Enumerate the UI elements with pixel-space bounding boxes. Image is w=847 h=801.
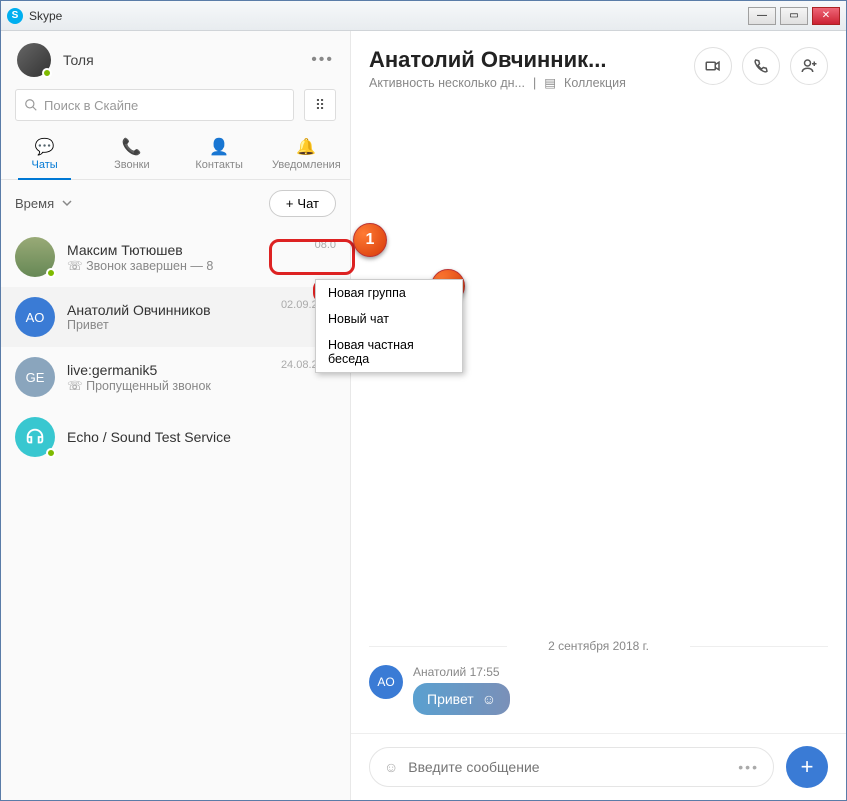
conversation-item[interactable]: Максим Тютюшев ☏ Звонок завершен — 8 08.… — [1, 227, 350, 287]
message-field[interactable] — [408, 759, 728, 775]
conversation-body: Echo / Sound Test Service — [67, 429, 336, 445]
tab-chats[interactable]: 💬Чаты — [1, 131, 88, 179]
phone-icon: 📞 — [88, 137, 175, 157]
status-online-icon — [42, 68, 52, 78]
conversation-item[interactable]: Echo / Sound Test Service — [1, 407, 350, 467]
gallery-link[interactable]: Коллекция — [564, 76, 626, 90]
conversation-body: Максим Тютюшев ☏ Звонок завершен — 8 — [67, 242, 303, 273]
chat-subtitle: Активность несколько дн... | ▤ Коллекция — [369, 75, 694, 90]
contact-name: Анатолий Овчинников — [67, 302, 269, 318]
search-placeholder: Поиск в Скайпе — [44, 98, 138, 113]
voice-call-button[interactable] — [742, 47, 780, 85]
more-menu-button[interactable]: ••• — [311, 51, 334, 69]
gallery-icon: ▤ — [544, 75, 556, 90]
emoji-button[interactable]: ☺ — [384, 759, 398, 775]
message-block: Анатолий 17:55 Привет ☺ — [413, 665, 510, 715]
emoji-reaction-icon[interactable]: ☺ — [482, 691, 496, 707]
sidebar-header: Толя ••• — [1, 31, 350, 89]
user-avatar[interactable] — [17, 43, 51, 77]
bell-icon: 🔔 — [263, 137, 350, 157]
chat-contact-name: Анатолий Овчинник... — [369, 47, 694, 73]
add-people-button[interactable] — [790, 47, 828, 85]
maximize-button[interactable]: ▭ — [780, 7, 808, 25]
headset-icon — [24, 426, 46, 448]
conversations-list: Максим Тютюшев ☏ Звонок завершен — 8 08.… — [1, 227, 350, 800]
dropdown-new-group[interactable]: Новая группа — [316, 280, 462, 306]
chat-actions — [694, 47, 828, 85]
message-text: Привет — [427, 691, 474, 707]
search-row: Поиск в Скайпе ⠿ — [1, 89, 350, 131]
person-add-icon — [800, 57, 818, 75]
user-name: Толя — [63, 52, 94, 68]
contact-avatar: AO — [15, 297, 55, 337]
new-chat-label: Чат — [297, 196, 319, 211]
search-input[interactable]: Поиск в Скайпе — [15, 89, 294, 121]
chat-icon: 💬 — [1, 137, 88, 157]
chat-header-text: Анатолий Овчинник... Активность нескольк… — [369, 47, 694, 90]
chat-header: Анатолий Овчинник... Активность нескольк… — [351, 31, 846, 100]
tab-calls[interactable]: 📞Звонки — [88, 131, 175, 179]
status-online-icon — [46, 268, 56, 278]
skype-logo-icon: S — [7, 8, 23, 24]
compose-input[interactable]: ☺ ••• — [369, 747, 774, 787]
status-online-icon — [46, 448, 56, 458]
contact-avatar: GE — [15, 357, 55, 397]
contacts-icon: 👤 — [176, 137, 263, 157]
titlebar: S Skype — ▭ ✕ — [1, 1, 846, 31]
dialpad-button[interactable]: ⠿ — [304, 89, 336, 121]
tab-notifications[interactable]: 🔔Уведомления — [263, 131, 350, 179]
compose-row: ☺ ••• + — [351, 733, 846, 800]
sidebar: Толя ••• Поиск в Скайпе ⠿ 💬Чаты 📞Звонки … — [1, 31, 351, 800]
conversation-subtitle: ☏ Пропущенный звонок — [67, 378, 269, 393]
chevron-down-icon — [62, 198, 72, 208]
new-chat-dropdown: Новая группа Новый чат Новая частная бес… — [315, 279, 463, 373]
video-call-button[interactable] — [694, 47, 732, 85]
new-chat-button[interactable]: + Чат — [269, 190, 336, 217]
filter-row: Время + Чат — [1, 180, 350, 227]
video-icon — [704, 57, 722, 75]
conversation-item[interactable]: GE live:germanik5 ☏ Пропущенный звонок 2… — [1, 347, 350, 407]
message-bubble[interactable]: Привет ☺ — [413, 683, 510, 715]
contact-name: Максим Тютюшев — [67, 242, 303, 258]
search-icon — [24, 98, 38, 112]
minimize-button[interactable]: — — [748, 7, 776, 25]
conversation-subtitle: Привет — [67, 318, 269, 332]
window-controls: — ▭ ✕ — [748, 7, 840, 25]
sender-avatar: AO — [369, 665, 403, 699]
message-row: AO Анатолий 17:55 Привет ☺ — [369, 665, 828, 715]
conversation-body: Анатолий Овчинников Привет — [67, 302, 269, 332]
close-button[interactable]: ✕ — [812, 7, 840, 25]
dropdown-new-private[interactable]: Новая частная беседа — [316, 332, 462, 372]
contact-avatar — [15, 237, 55, 277]
send-button[interactable]: + — [786, 746, 828, 788]
contact-name: live:germanik5 — [67, 362, 269, 378]
conversation-item[interactable]: AO Анатолий Овчинников Привет 02.09.2018 — [1, 287, 350, 347]
chat-pane: Анатолий Овчинник... Активность нескольк… — [351, 31, 846, 800]
conversation-date: 08.0 — [315, 239, 336, 251]
conversation-subtitle: ☏ Звонок завершен — 8 — [67, 258, 303, 273]
divider: | — [533, 76, 536, 90]
window-title: Skype — [29, 9, 748, 23]
plus-icon: + — [286, 196, 294, 211]
contact-avatar — [15, 417, 55, 457]
activity-text: Активность несколько дн... — [369, 76, 525, 90]
filter-time[interactable]: Время — [15, 196, 72, 211]
chat-body: 2 сентября 2018 г. AO Анатолий 17:55 При… — [351, 100, 846, 733]
callout-badge-1: 1 — [353, 223, 387, 257]
contact-name: Echo / Sound Test Service — [67, 429, 336, 445]
message-meta: Анатолий 17:55 — [413, 665, 510, 679]
compose-more-button[interactable]: ••• — [738, 759, 759, 775]
conversation-body: live:germanik5 ☏ Пропущенный звонок — [67, 362, 269, 393]
phone-icon — [752, 57, 770, 75]
tab-contacts[interactable]: 👤Контакты — [176, 131, 263, 179]
app-window: S Skype — ▭ ✕ Толя ••• Поиск в Скайпе ⠿ … — [0, 0, 847, 801]
nav-tabs: 💬Чаты 📞Звонки 👤Контакты 🔔Уведомления — [1, 131, 350, 180]
dropdown-new-chat[interactable]: Новый чат — [316, 306, 462, 332]
date-separator: 2 сентября 2018 г. — [369, 639, 828, 653]
